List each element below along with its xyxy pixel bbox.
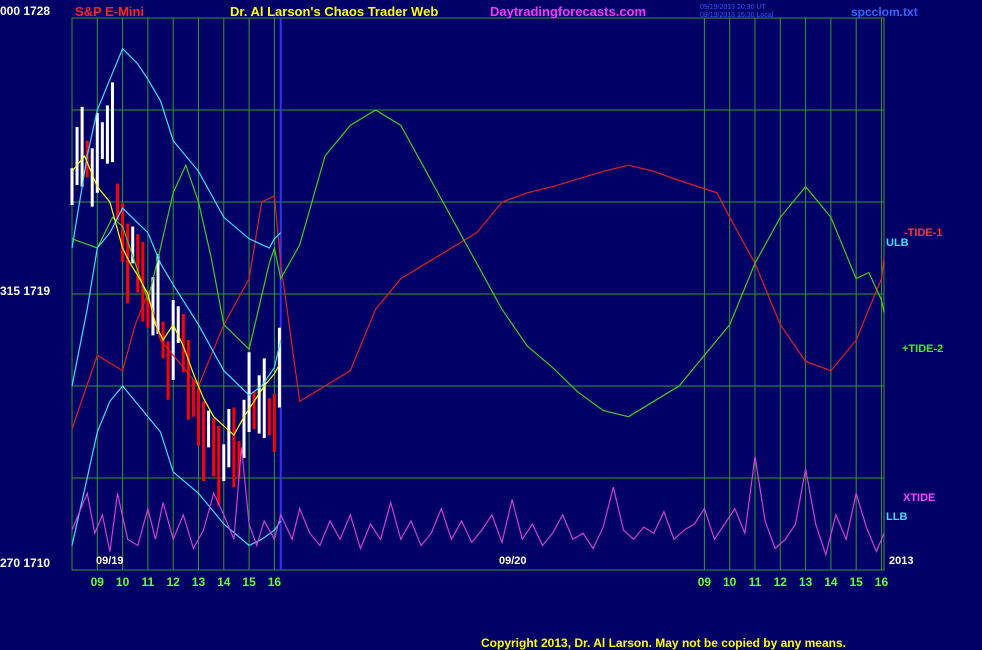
llb-label: LLB [886,511,908,523]
x-tick-label: 12 [167,575,181,589]
x-tick-label: 14 [824,575,838,589]
x-tick-label: 09 [698,575,712,589]
x-tick-label: 10 [116,575,130,589]
tide2-label: +TIDE-2 [902,343,944,355]
timestamp-ut: 09/19/2013 20:30 UT [700,4,766,11]
date-label-mid: 09/20 [499,555,527,567]
file-label: spcclom.txt [851,5,918,19]
x-tick-label: 15 [242,575,256,589]
y-label-mid: 315 1719 [0,284,51,298]
timestamp-local: 09/19/2013 15:30 Local [700,12,774,19]
x-tick-label: 14 [217,575,231,589]
x-tick-label: 13 [192,575,206,589]
instrument-label: S&P E-Mini [75,4,145,19]
x-tick-label: 10 [723,575,737,589]
y-label-bottom: 270 1710 [0,556,51,570]
year-label: 2013 [889,555,914,567]
ulb-label: ULB [886,237,909,249]
x-tick-label: 13 [799,575,813,589]
date-label-left: 09/19 [96,555,124,567]
x-tick-label: 11 [749,575,762,589]
x-tick-label: 12 [774,575,788,589]
y-label-top: 000 1728 [0,4,51,18]
x-tick-label: 16 [268,575,282,589]
series-line-xtide [71,447,885,557]
x-tick-label: 16 [875,575,889,589]
x-tick-label: 09 [91,575,105,589]
series-line-tide-2 [71,109,885,418]
website-label: Daytradingforecasts.com [490,4,647,19]
chart-title: Dr. Al Larson's Chaos Trader Web [230,4,439,19]
chart-area: 09 10 11 12 13 14 15 16 09 10 11 12 13 14 15 16 [70,17,889,589]
xtide-label: XTIDE [903,492,936,504]
copyright-text: Copyright 2013, Dr. Al Larson. May not b… [481,636,846,650]
x-tick-label: 11 [142,575,155,589]
tide1-label: -TIDE-1 [904,227,943,239]
x-tick-label: 15 [849,575,863,589]
